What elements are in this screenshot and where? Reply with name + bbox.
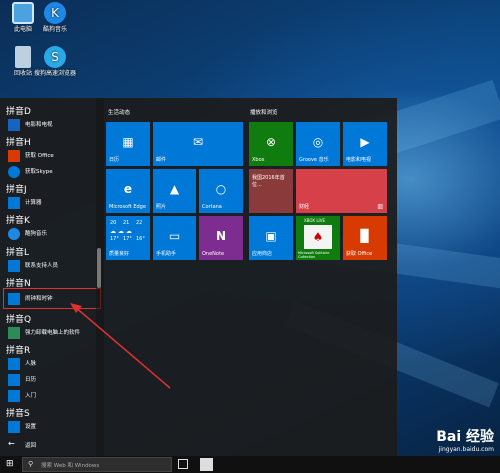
mail-icon: ✉ [192, 134, 204, 149]
tile-groove[interactable]: ◎ Groove 音乐 [296, 122, 340, 166]
back-arrow-icon: ← [8, 439, 15, 448]
search-placeholder: 搜索 Web 和 Windows [41, 463, 100, 469]
section-header-l[interactable]: 拼音L [6, 245, 29, 258]
weather-temp: 17° [110, 236, 119, 242]
tile-onenote[interactable]: N OneNote [199, 216, 243, 260]
uninstall-icon [8, 327, 20, 339]
film-icon: ▶ [360, 134, 370, 149]
tile-solitaire[interactable]: XBOX LIVE ♠ Microsoft Solitaire Collecti… [296, 216, 340, 260]
people-icon [8, 358, 20, 370]
kugou-icon [8, 228, 20, 240]
start-menu: 拼音D 电影和电视 拼音H 获取 Office 获取Skype 拼音J 计算器 … [0, 98, 397, 456]
taskbar-app-icon[interactable] [200, 458, 213, 471]
desktop-icon-kugou[interactable]: K 酷狗音乐 [34, 2, 76, 34]
group-title-life[interactable]: 生活动态 [108, 108, 130, 116]
weather-day: 20 [110, 220, 117, 226]
tile-cortana[interactable]: ○ Cortana [199, 169, 243, 213]
app-get-skype[interactable]: 获取Skype [4, 165, 96, 179]
computer-icon [12, 2, 34, 24]
app-calculator[interactable]: 计算器 [4, 196, 96, 210]
search-icon: ⚲ [28, 460, 34, 468]
section-header-h[interactable]: 拼音H [6, 135, 31, 148]
search-box[interactable]: ⚲ 搜索 Web 和 Windows [22, 457, 172, 472]
tile-calendar[interactable]: ▦ 日历 [106, 122, 150, 166]
store-icon: ▣ [265, 228, 277, 243]
section-header-s[interactable]: 拼音S [6, 406, 30, 419]
weather-day: 21 [123, 220, 130, 226]
scrollbar-thumb[interactable] [97, 248, 101, 288]
tile-weather[interactable]: 20 21 22 ☁ ☁ ☁ 17° 17° 16° 质量良好 [106, 216, 150, 260]
cards-icon: ♠ [304, 225, 332, 249]
tile-photos[interactable]: ▲ 照片 [153, 169, 196, 213]
news-headline: 我国2016年首位... [252, 175, 285, 188]
app-get-started[interactable]: 入门 [4, 389, 96, 403]
app-kugou[interactable]: 酷狗音乐 [4, 227, 96, 241]
app-get-office[interactable]: 获取 Office [4, 149, 96, 163]
desktop-icon-sogou-browser[interactable]: S 搜狗高速浏览器 [34, 46, 76, 78]
task-view-icon[interactable] [178, 459, 188, 469]
tile-store[interactable]: ▣ 应用商店 [249, 216, 293, 260]
onenote-icon: N [215, 228, 227, 243]
finance-icon: ▥ [377, 203, 383, 210]
tile-get-office[interactable]: ▉ 获取 Office [343, 216, 387, 260]
calendar-icon: ▦ [122, 134, 134, 149]
watermark-url: jingyan.baidu.com [438, 446, 494, 453]
person-icon [8, 260, 20, 272]
windows-logo-icon: ⊞ [6, 459, 14, 469]
section-header-j[interactable]: 拼音J [6, 182, 27, 195]
tile-xbox[interactable]: ⊗ Xbox [249, 122, 293, 166]
tile-mail[interactable]: ✉ 邮件 [153, 122, 243, 166]
cloud-icon: ☁ ☁ ☁ [110, 228, 132, 235]
groove-icon: ◎ [312, 134, 324, 149]
app-settings[interactable]: 设置 [4, 420, 96, 434]
tile-edge[interactable]: e Microsoft Edge [106, 169, 150, 213]
app-calendar[interactable]: 日历 [4, 373, 96, 387]
watermark: Bai 经验 jingyan.baidu.com [436, 426, 494, 453]
solitaire-label: Microsoft Solitaire Collection [298, 251, 330, 259]
section-header-q[interactable]: 拼音Q [6, 312, 31, 325]
calculator-icon [8, 197, 20, 209]
app-contact-support[interactable]: 联系支持人员 [4, 259, 96, 273]
photo-icon: ▲ [169, 181, 180, 196]
recycle-bin-icon [15, 46, 31, 68]
weather-temp: 17° [123, 236, 132, 242]
windows-start-button[interactable]: ⊞ [0, 456, 22, 473]
weather-temp: 16° [136, 236, 145, 242]
section-header-r[interactable]: 拼音R [6, 343, 30, 356]
tile-movies-tv[interactable]: ▶ 电影和电视 [343, 122, 387, 166]
sogou-browser-icon: S [44, 46, 66, 68]
app-movies-tv[interactable]: 电影和电视 [4, 118, 96, 132]
weather-day: 22 [136, 220, 143, 226]
scrollbar[interactable] [96, 98, 104, 456]
gear-icon [8, 421, 20, 433]
baidu-logo: Bai 经验 [436, 429, 494, 445]
taskbar: ⊞ ⚲ 搜索 Web 和 Windows [0, 456, 500, 473]
phone-icon: ▭ [168, 228, 181, 243]
app-uninstaller[interactable]: 强力卸载电脑上的软件 [4, 326, 96, 340]
tile-phone-companion[interactable]: ▭ 手机助手 [153, 216, 196, 260]
back-button[interactable]: ← 返回 [4, 439, 96, 453]
calendar-icon [8, 374, 20, 386]
office-icon: ▉ [360, 228, 370, 243]
skype-icon [8, 166, 20, 178]
section-header-k[interactable]: 拼音K [6, 213, 30, 226]
xbox-live-badge: XBOX LIVE [304, 218, 325, 223]
xbox-icon: ⊗ [265, 134, 277, 149]
cortana-icon: ○ [215, 181, 227, 196]
edge-icon: e [123, 181, 133, 196]
section-header-d[interactable]: 拼音D [6, 104, 31, 117]
app-people[interactable]: 人脉 [4, 357, 96, 371]
tile-finance[interactable]: 财经 ▥ [296, 169, 387, 213]
tile-news[interactable]: 我国2016年首位... [249, 169, 293, 213]
lightbulb-icon [8, 390, 20, 402]
office-icon [8, 150, 20, 162]
highlight-box [3, 288, 101, 309]
kugou-icon: K [44, 2, 66, 24]
group-title-play[interactable]: 播放和浏览 [250, 108, 278, 116]
app-list: 拼音D 电影和电视 拼音H 获取 Office 获取Skype 拼音J 计算器 … [0, 98, 101, 456]
movies-tv-icon [8, 119, 20, 131]
